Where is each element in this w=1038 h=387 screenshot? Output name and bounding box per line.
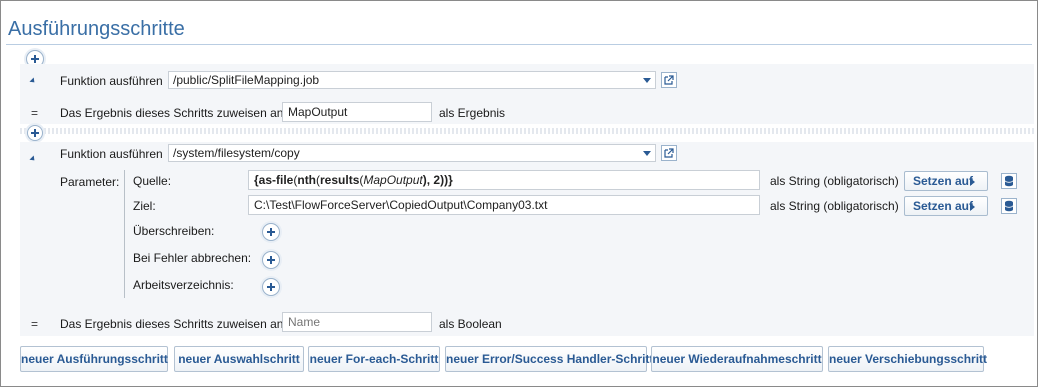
step-2-exec-label: Funktion ausführen bbox=[60, 147, 163, 161]
expr-fn-nth: nth bbox=[297, 173, 317, 187]
new-error-success-handler-step-button[interactable]: neuer Error/Success Handler-Schritt bbox=[445, 346, 653, 372]
param-arbeitsverzeichnis-label: Arbeitsverzeichnis: bbox=[133, 278, 234, 292]
expr-tail: ), 2))} bbox=[422, 173, 453, 187]
add-ueberschreiben-plus-icon[interactable] bbox=[262, 223, 280, 241]
param-quelle-label: Quelle: bbox=[133, 174, 172, 188]
parameters-label: Parameter: bbox=[60, 175, 120, 189]
expr-fn-as-file: as-file bbox=[258, 173, 294, 187]
title-divider bbox=[6, 44, 1032, 45]
quelle-database-button[interactable] bbox=[1001, 173, 1017, 189]
add-bei-fehler-plus-icon[interactable] bbox=[262, 251, 280, 269]
step-2-assign-label: Das Ergebnis dieses Schritts zuweisen an bbox=[60, 317, 284, 331]
database-icon bbox=[1004, 200, 1014, 212]
param-quelle-expression-input[interactable]: {as-file(nth(results(MapOutput), 2))} bbox=[248, 170, 760, 190]
step-1-exec-label: Funktion ausführen bbox=[60, 74, 163, 88]
new-execution-step-button[interactable]: neuer Ausführungsschritt bbox=[20, 346, 168, 372]
step-1-assign-input[interactable] bbox=[282, 102, 432, 122]
expr-fn-results: results bbox=[320, 173, 360, 187]
ziel-database-button[interactable] bbox=[1001, 198, 1017, 214]
param-quelle-type: als String (obligatorisch) bbox=[770, 174, 899, 188]
param-ziel-type: als String (obligatorisch) bbox=[770, 199, 899, 213]
set-button-label: Setzen auf bbox=[913, 174, 974, 188]
step-1-open-function-button[interactable] bbox=[661, 72, 677, 88]
step-2-open-function-button[interactable] bbox=[661, 145, 677, 161]
param-ziel-label: Ziel: bbox=[133, 199, 156, 213]
step-2-assign-prefix: = bbox=[31, 317, 39, 331]
new-choose-step-button[interactable]: neuer Auswahlschritt bbox=[174, 346, 304, 372]
external-link-icon bbox=[664, 75, 674, 85]
step-1-function-value: /public/SplitFileMapping.job bbox=[173, 73, 320, 87]
ziel-set-to-button[interactable]: Setzen auf bbox=[904, 196, 988, 216]
database-icon bbox=[1004, 175, 1014, 187]
step-2-assign-suffix: als Boolean bbox=[439, 317, 502, 331]
new-resume-step-button[interactable]: neuer Wiederaufnahmeschritt bbox=[651, 346, 823, 372]
step-1-assign-suffix: als Ergebnis bbox=[439, 106, 506, 120]
step-1-assign-prefix: = bbox=[31, 106, 39, 120]
param-ziel-input[interactable] bbox=[248, 195, 760, 215]
step-separator bbox=[20, 128, 1034, 134]
dropdown-arrow-icon bbox=[643, 151, 651, 156]
step-2-function-combo[interactable]: /system/filesystem/copy bbox=[168, 144, 656, 162]
step-1-function-combo[interactable]: /public/SplitFileMapping.job bbox=[168, 71, 656, 89]
add-arbeitsverzeichnis-plus-icon[interactable] bbox=[262, 278, 280, 296]
quelle-set-to-button[interactable]: Setzen auf bbox=[904, 171, 988, 191]
parameters-divider bbox=[124, 170, 125, 298]
step-2-assign-input[interactable] bbox=[282, 312, 432, 332]
param-bei-fehler-label: Bei Fehler abbrechen: bbox=[133, 251, 252, 265]
new-for-each-step-button[interactable]: neuer For-each-Schritt bbox=[308, 346, 440, 372]
set-button-label: Setzen auf bbox=[913, 199, 974, 213]
page-title: Ausführungsschritte bbox=[8, 18, 185, 40]
insert-step-plus-icon[interactable] bbox=[27, 125, 43, 141]
param-ueberschreiben-label: Überschreiben: bbox=[133, 224, 215, 238]
step-1-assign-label: Das Ergebnis dieses Schritts zuweisen an bbox=[60, 106, 284, 120]
step-2-function-value: /system/filesystem/copy bbox=[173, 146, 300, 160]
dropdown-arrow-icon bbox=[643, 78, 651, 83]
new-move-step-button[interactable]: neuer Verschiebungsschritt bbox=[828, 346, 987, 372]
external-link-icon bbox=[664, 148, 674, 158]
caret-right-icon bbox=[970, 203, 975, 211]
caret-right-icon bbox=[970, 178, 975, 186]
expr-variable: MapOutput bbox=[363, 173, 423, 187]
